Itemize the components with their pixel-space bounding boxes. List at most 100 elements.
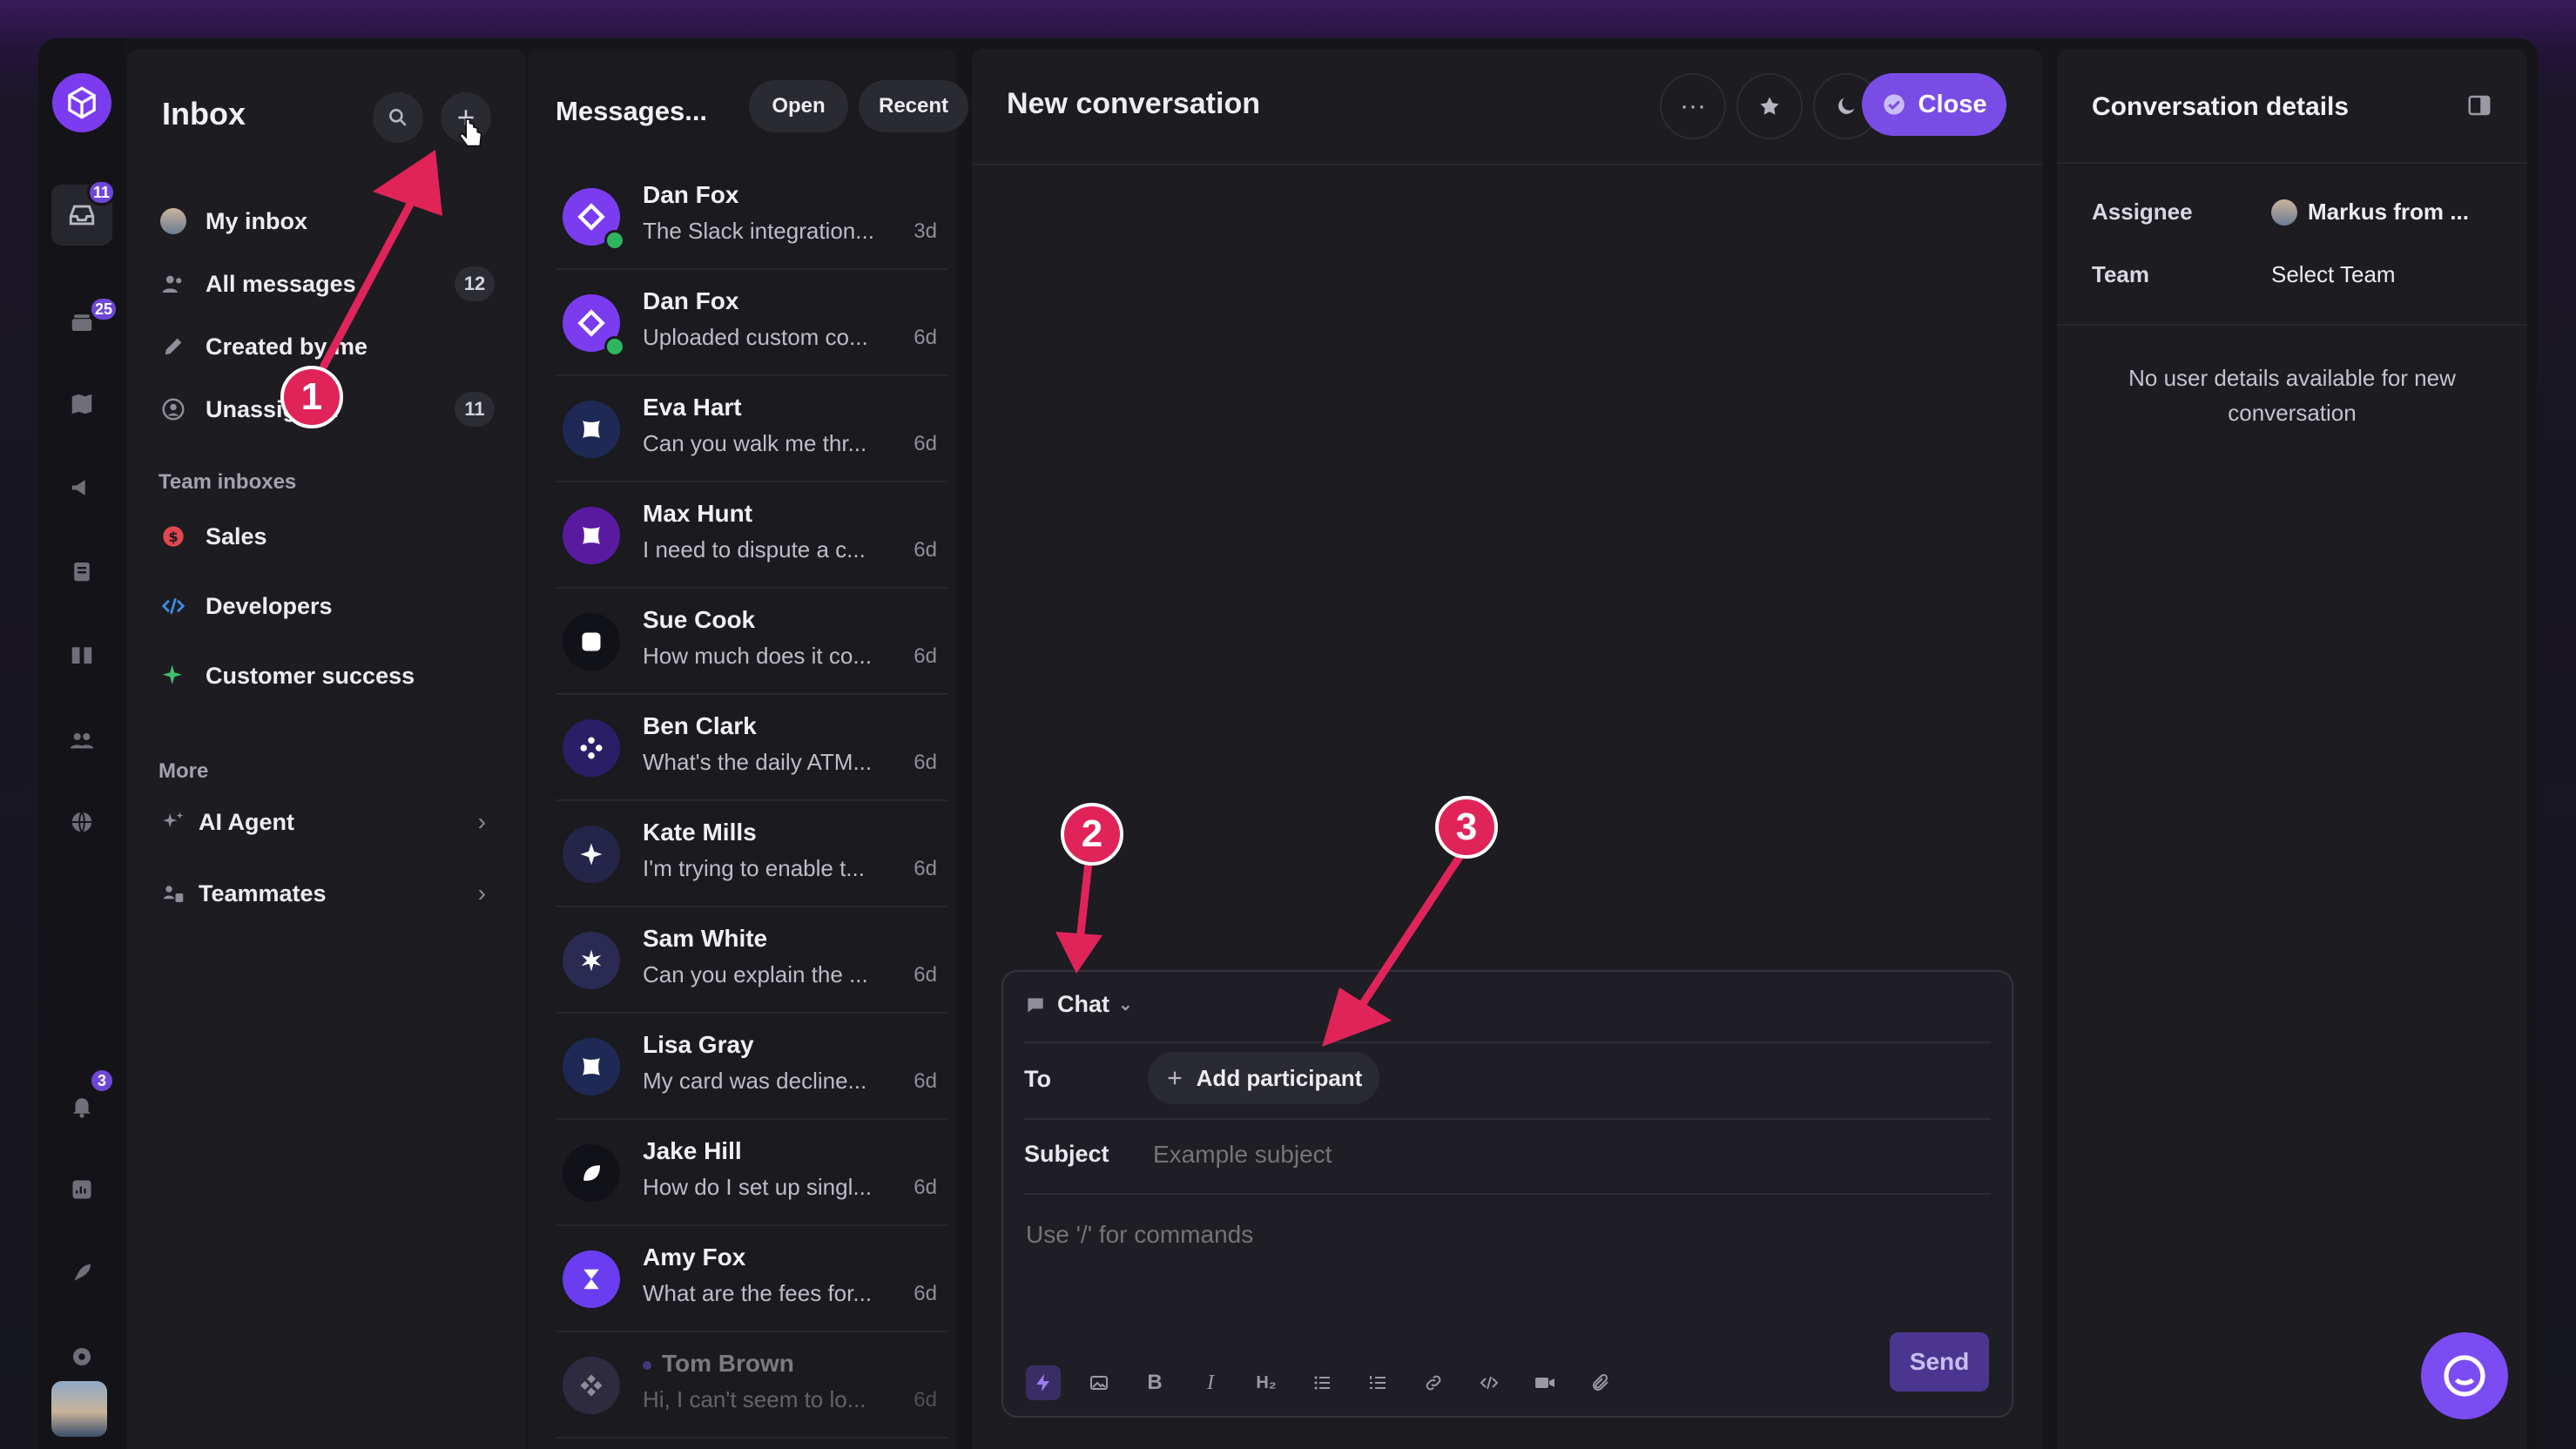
more-item-ai-agent[interactable]: AI Agent › (158, 796, 495, 848)
add-participant-button[interactable]: Add participant (1148, 1052, 1379, 1104)
message-time: 6d (914, 1069, 937, 1093)
map-nav-icon[interactable] (59, 381, 105, 427)
heading-icon: H₂ (1256, 1372, 1277, 1392)
star-icon (563, 826, 620, 883)
more-options-button[interactable]: ··· (1660, 73, 1726, 139)
plus-icon (1168, 1071, 1181, 1085)
send-button[interactable]: Send (1890, 1332, 1989, 1392)
chat-bubble-icon (2444, 1355, 2485, 1397)
message-row[interactable]: Sam White Can you explain the ... 6d (556, 906, 947, 1014)
app-window: 11 25 3 Inbox My inbox All messages 12 C… (38, 38, 2538, 1449)
contacts-nav-icon[interactable] (59, 718, 105, 763)
image-icon (1090, 1376, 1108, 1390)
message-row[interactable]: Max Hunt I need to dispute a c... 6d (556, 481, 947, 589)
dots-icon (563, 719, 620, 777)
book-nav-icon[interactable] (59, 632, 105, 677)
team-item-label: Sales (206, 522, 267, 549)
message-preview: The Slack integration... (643, 218, 874, 244)
reports-nav-icon[interactable] (59, 1167, 105, 1212)
moon-icon (1838, 98, 1855, 114)
team-selector[interactable]: Select Team (2271, 261, 2396, 288)
square-icon (563, 613, 620, 671)
message-sender: Dan Fox (643, 287, 739, 314)
sparkle-icon (162, 664, 182, 684)
icon-rail: 11 25 3 (38, 38, 125, 1449)
sidebar-item-all-messages[interactable]: All messages 12 (158, 258, 495, 310)
message-sender: Ben Clark (643, 712, 757, 739)
message-sender: Sam White (643, 925, 768, 952)
panel-toggle-button[interactable] (2466, 92, 2492, 123)
message-body-input[interactable] (1024, 1219, 1933, 1310)
team-item-label: Customer success (206, 662, 415, 689)
inbox-nav-icon[interactable]: 11 (51, 179, 116, 246)
assignee-selector[interactable]: Markus from ... (2271, 199, 2469, 226)
message-row[interactable]: Sue Cook How much does it co... 6d (556, 587, 947, 695)
message-preview: I need to dispute a c... (643, 536, 866, 563)
sidebar-item-my-inbox[interactable]: My inbox (158, 195, 495, 247)
filter-recent-button[interactable]: Recent (859, 80, 968, 132)
more-item-teammates[interactable]: Teammates › (158, 867, 495, 920)
filter-open-button[interactable]: Open (749, 80, 848, 132)
conversation-details-panel: Conversation details Assignee Markus fro… (2057, 49, 2527, 1449)
italic-tool-button[interactable]: I (1193, 1365, 1228, 1400)
attachment-tool-button[interactable] (1583, 1365, 1618, 1400)
message-row[interactable]: Lisa Gray My card was decline... 6d (556, 1012, 947, 1120)
search-button[interactable] (373, 92, 423, 143)
code-tool-button[interactable] (1472, 1365, 1507, 1400)
message-row[interactable]: Dan Fox Uploaded custom co... 6d (556, 268, 947, 376)
link-tool-button[interactable] (1416, 1365, 1451, 1400)
conversation-title: New conversation (1007, 87, 1260, 120)
code-icon (161, 597, 185, 615)
stack-nav-icon[interactable]: 25 (59, 296, 118, 345)
message-row[interactable]: Kate Mills I'm trying to enable t... 6d (556, 799, 947, 907)
message-row[interactable]: Ben Clark What's the daily ATM... 6d (556, 693, 947, 801)
megaphone-nav-icon[interactable] (59, 465, 105, 510)
message-row[interactable]: Jake Hill How do I set up singl... 6d (556, 1118, 947, 1226)
message-time: 6d (914, 1388, 937, 1412)
svg-text:$: $ (168, 529, 178, 545)
bold-tool-button[interactable]: B (1137, 1365, 1172, 1400)
globe-nav-icon[interactable] (59, 799, 105, 845)
message-row[interactable]: Tom Brown Hi, I can't seem to lo... 6d (556, 1331, 947, 1439)
lightning-icon (1036, 1374, 1049, 1392)
cross-icon (563, 507, 620, 564)
image-tool-button[interactable] (1082, 1365, 1116, 1400)
bell-nav-icon[interactable]: 3 (59, 1068, 115, 1129)
app-logo[interactable] (52, 73, 111, 132)
message-time: 3d (914, 219, 937, 243)
close-conversation-button[interactable]: Close (1862, 73, 2006, 136)
bell-badge: 3 (89, 1068, 115, 1094)
bullet-list-tool-button[interactable] (1305, 1365, 1339, 1400)
team-item-sales[interactable]: $ Sales (158, 510, 495, 563)
numbered-list-tool-button[interactable] (1360, 1365, 1395, 1400)
bold-icon: B (1147, 1371, 1163, 1394)
more-item-label: AI Agent (199, 808, 294, 835)
message-row[interactable]: Eva Hart Can you walk me thr... 6d (556, 374, 947, 482)
subject-label: Subject (1024, 1141, 1109, 1167)
team-item-developers[interactable]: Developers (158, 580, 495, 632)
channel-selector[interactable]: Chat ⌄ (1024, 991, 1133, 1018)
close-label: Close (1918, 90, 1987, 118)
rocket-nav-icon[interactable] (59, 1250, 105, 1296)
star-button[interactable] (1736, 73, 1803, 139)
add-participant-label: Add participant (1196, 1064, 1363, 1091)
subject-input[interactable] (1151, 1132, 1851, 1177)
message-preview: Uploaded custom co... (643, 324, 868, 350)
articles-nav-icon[interactable] (59, 549, 105, 594)
sidebar-item-created-by-me[interactable]: Created by me (158, 320, 495, 373)
team-item-customer-success[interactable]: Customer success (158, 650, 495, 702)
conversation-panel: New conversation ··· Close Chat ⌄ To Add… (972, 49, 2043, 1449)
message-row[interactable]: Dan Fox The Slack integration... 3d (556, 162, 947, 270)
team-label: Team (2092, 261, 2149, 287)
message-preview: How do I set up singl... (643, 1174, 873, 1200)
heading-tool-button[interactable]: H₂ (1249, 1365, 1284, 1400)
video-tool-button[interactable] (1527, 1365, 1562, 1400)
lightning-tool-button[interactable] (1026, 1365, 1061, 1400)
message-preview: What's the daily ATM... (643, 749, 873, 775)
settings-nav-icon[interactable] (59, 1334, 105, 1379)
user-avatar[interactable] (51, 1381, 107, 1437)
chat-bubble-icon (1028, 997, 1043, 1013)
message-time: 6d (914, 644, 937, 668)
message-row[interactable]: Amy Fox What are the fees for... 6d (556, 1224, 947, 1332)
chat-launcher-button[interactable] (2421, 1332, 2508, 1419)
